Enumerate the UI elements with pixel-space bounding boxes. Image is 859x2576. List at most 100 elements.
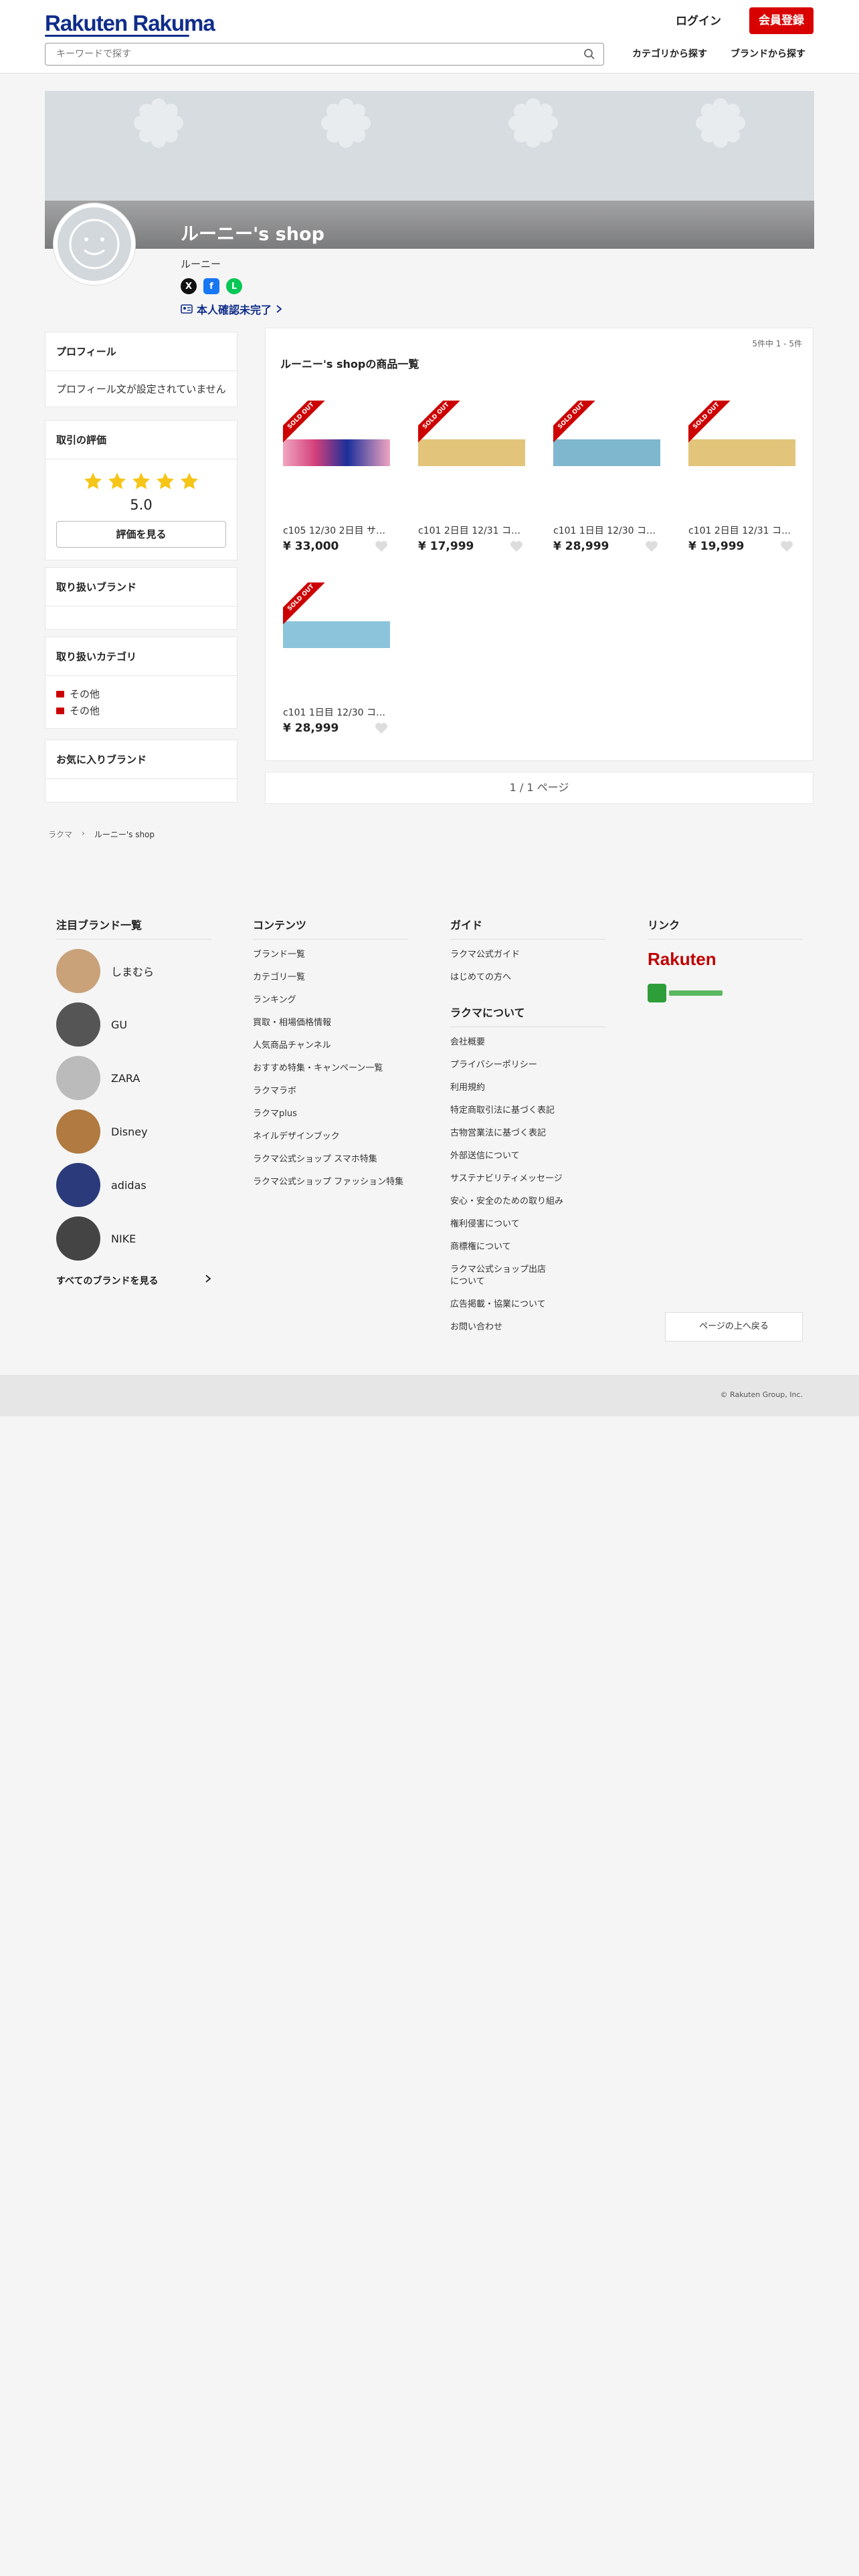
breadcrumb: ラクマ › ルーニー's shop	[48, 829, 155, 840]
footer-contents-title: コンテンツ	[253, 916, 408, 940]
heart-icon[interactable]	[374, 540, 389, 553]
brand-name: Disney	[111, 1125, 148, 1138]
footer-link[interactable]: ブランド一覧	[253, 949, 408, 961]
footer-link[interactable]: 古物営業法に基づく表記	[450, 1128, 605, 1140]
item-name[interactable]: c101 1日目 12/30 コ…	[283, 706, 390, 719]
item-name[interactable]: c101 2日目 12/31 コ…	[688, 524, 795, 537]
rakuma-logo[interactable]: Rakuten Rakuma	[45, 11, 215, 36]
item-card[interactable]: SOLD OUT c101 2日目 12/31 コ… ¥ 19,999	[688, 401, 795, 553]
shop-title: ルーニー's shop	[181, 224, 324, 245]
footer-link[interactable]: ラクマ公式ショップ出店について	[450, 1264, 551, 1288]
footer-link[interactable]: ランキング	[253, 994, 408, 1006]
categories-panel: 取り扱いカテゴリ その他 その他	[45, 637, 237, 729]
nav-brand-link[interactable]: ブランドから探す	[731, 47, 805, 60]
footer-link[interactable]: 外部送信について	[450, 1150, 605, 1162]
facebook-share-icon[interactable]: f	[203, 278, 219, 294]
footer-link[interactable]: 権利侵害について	[450, 1218, 605, 1230]
view-reviews-button[interactable]: 評価を見る	[56, 521, 226, 548]
breadcrumb-home[interactable]: ラクマ	[48, 829, 72, 840]
footer-link[interactable]: サステナビリティメッセージ	[450, 1173, 605, 1185]
privacy-mark-text-graphic	[669, 990, 723, 996]
footer-link[interactable]: ネイルデザインブック	[253, 1131, 408, 1143]
cover-flower-icon	[696, 98, 745, 148]
back-to-top-button[interactable]: ページの上へ戻る	[665, 1312, 803, 1341]
listing-title: ルーニー's shopの商品一覧	[280, 358, 419, 370]
item-thumbnail[interactable]: SOLD OUT	[553, 401, 660, 516]
search-icon[interactable]	[583, 48, 595, 63]
item-card[interactable]: SOLD OUT c101 1日目 12/30 コ… ¥ 28,999	[283, 582, 390, 735]
all-brands-label: すべてのブランドを見る	[56, 1276, 159, 1287]
brand-link[interactable]: NIKE	[56, 1216, 211, 1261]
brand-link[interactable]: しまむら	[56, 949, 211, 993]
item-card[interactable]: SOLD OUT c101 1日目 12/30 コ… ¥ 28,999	[553, 401, 660, 553]
footer-link[interactable]: 人気商品チャンネル	[253, 1040, 408, 1052]
x-share-icon[interactable]: X	[181, 278, 197, 294]
footer-link[interactable]: プライバシーポリシー	[450, 1059, 605, 1071]
star-icon	[84, 472, 102, 490]
item-thumbnail[interactable]: SOLD OUT	[688, 401, 795, 516]
footer-link[interactable]: 会社概要	[450, 1037, 605, 1049]
rating-score: 5.0	[130, 497, 153, 513]
footer-link[interactable]: 安心・安全のための取り組み	[450, 1196, 605, 1208]
search-input[interactable]	[45, 43, 567, 65]
site-header: Rakuten Rakuma ログイン 会員登録 カテゴリから探す ブランドから…	[0, 0, 859, 74]
item-thumbnail[interactable]: SOLD OUT	[283, 401, 390, 516]
ticket-image	[283, 621, 390, 648]
item-card[interactable]: SOLD OUT c105 12/30 2日目 サ… ¥ 33,000	[283, 401, 390, 553]
favorite-brands-empty	[45, 779, 237, 802]
footer-link[interactable]: ラクマplus	[253, 1108, 408, 1120]
brand-link[interactable]: Disney	[56, 1109, 211, 1154]
login-link[interactable]: ログイン	[676, 9, 721, 33]
item-name[interactable]: c101 2日目 12/31 コ…	[418, 524, 525, 537]
item-name[interactable]: c105 12/30 2日目 サ…	[283, 524, 390, 537]
category-link[interactable]: その他	[56, 687, 226, 701]
privacy-mark-icon	[648, 984, 666, 1002]
category-link[interactable]: その他	[56, 704, 226, 718]
cover-flower-icon	[134, 98, 183, 148]
brand-thumbnail	[56, 1002, 100, 1047]
brands-title: 取り扱いブランド	[45, 568, 237, 607]
item-thumbnail[interactable]: SOLD OUT	[418, 401, 525, 516]
footer-link[interactable]: ラクマ公式ガイド	[450, 949, 605, 961]
heart-icon[interactable]	[779, 540, 794, 553]
verification-status-link[interactable]: 本人確認未完了	[181, 301, 282, 317]
heart-icon[interactable]	[374, 722, 389, 735]
all-brands-link[interactable]: すべてのブランドを見る	[56, 1274, 211, 1287]
item-card[interactable]: SOLD OUT c101 2日目 12/31 コ… ¥ 17,999	[418, 401, 525, 553]
footer-about-title: ラクマについて	[450, 1004, 605, 1027]
logo-underline	[45, 35, 189, 37]
brand-thumbnail	[56, 1216, 100, 1261]
brand-name: NIKE	[111, 1232, 136, 1245]
footer-link[interactable]: おすすめ特集・キャンペーン一覧	[253, 1063, 408, 1075]
pagination[interactable]: 1 / 1 ページ	[265, 772, 814, 804]
rakuten-logo[interactable]: Rakuten	[648, 949, 803, 970]
footer-link[interactable]: 買取・相場価格情報	[253, 1017, 408, 1029]
footer-link[interactable]: 利用規約	[450, 1082, 605, 1094]
footer-link[interactable]: 商標権について	[450, 1241, 605, 1253]
heart-icon[interactable]	[644, 540, 659, 553]
footer-link[interactable]: 特定商取引法に基づく表記	[450, 1105, 605, 1117]
categories-title: 取り扱いカテゴリ	[45, 637, 237, 676]
footer-link[interactable]: カテゴリ一覧	[253, 972, 408, 984]
signup-button[interactable]: 会員登録	[749, 7, 814, 34]
line-share-icon[interactable]: L	[226, 278, 242, 294]
brand-link[interactable]: adidas	[56, 1163, 211, 1207]
nav-category-link[interactable]: カテゴリから探す	[632, 47, 707, 60]
footer-link[interactable]: お問い合わせ	[450, 1321, 605, 1333]
footer-contents-column: コンテンツ ブランド一覧 カテゴリ一覧 ランキング 買取・相場価格情報 人気商品…	[253, 916, 408, 1199]
heart-icon[interactable]	[509, 540, 524, 553]
privacy-mark-logo[interactable]	[648, 983, 725, 1003]
footer-link[interactable]: ラクマラボ	[253, 1085, 408, 1097]
footer-link[interactable]: ラクマ公式ショップ スマホ特集	[253, 1154, 408, 1166]
brand-link[interactable]: ZARA	[56, 1056, 211, 1100]
footer-link[interactable]: ラクマ公式ショップ ファッション特集	[253, 1176, 408, 1188]
item-name[interactable]: c101 1日目 12/30 コ…	[553, 524, 660, 537]
star-icon	[132, 472, 150, 490]
footer-link[interactable]: 広告掲載・協業について	[450, 1299, 605, 1311]
brand-link[interactable]: GU	[56, 1002, 211, 1047]
shop-cover-image	[45, 91, 814, 249]
footer-guide-column: ガイド ラクマ公式ガイド はじめての方へ ラクマについて 会社概要 プライバシー…	[450, 916, 605, 1344]
footer-link[interactable]: はじめての方へ	[450, 972, 605, 984]
brand-thumbnail	[56, 1163, 100, 1207]
item-thumbnail[interactable]: SOLD OUT	[283, 582, 390, 697]
